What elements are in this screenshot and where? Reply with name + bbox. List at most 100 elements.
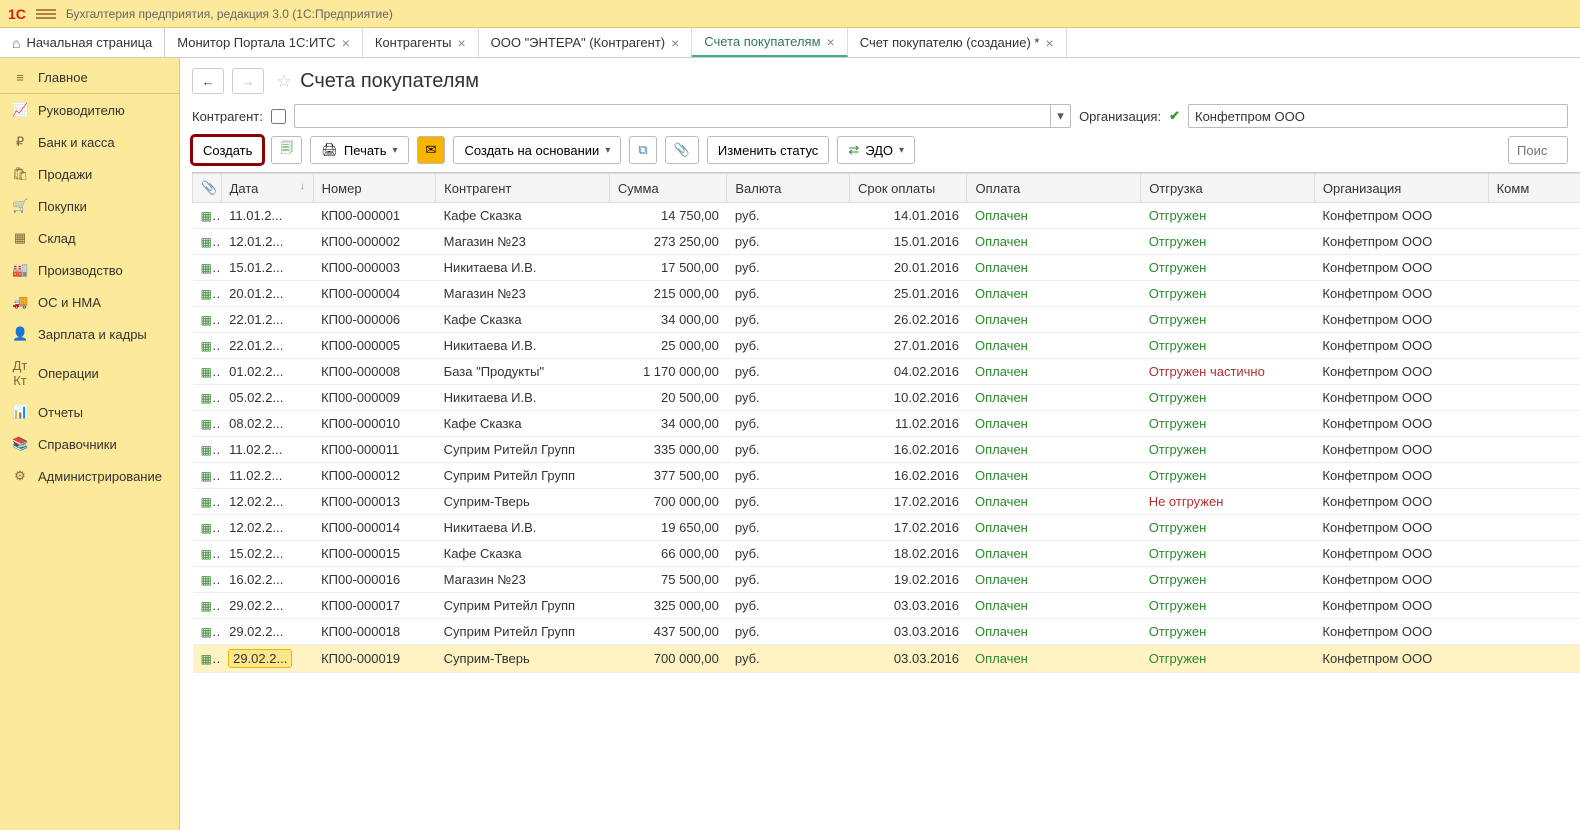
- favorite-star-icon[interactable]: ☆: [276, 71, 292, 92]
- cell-payment: Оплачен: [967, 255, 1141, 281]
- tab[interactable]: Счета покупателям×: [692, 28, 847, 57]
- table-row[interactable]: ▦ 11.02.2... КП00-000011 Суприм Ритейл Г…: [193, 437, 1580, 463]
- cell-org: Конфетпром ООО: [1314, 333, 1488, 359]
- col-sum[interactable]: Сумма: [609, 174, 727, 203]
- search-input[interactable]: [1508, 136, 1568, 164]
- cell-currency: руб.: [727, 281, 850, 307]
- close-icon[interactable]: ×: [1045, 35, 1053, 51]
- table-row[interactable]: ▦ 12.02.2... КП00-000013 Суприм-Тверь 70…: [193, 489, 1580, 515]
- sidebar-item[interactable]: ₽Банк и касса: [0, 126, 179, 158]
- sidebar-item[interactable]: ≡Главное: [0, 62, 179, 94]
- tab[interactable]: Монитор Портала 1С:ИТС ×: [165, 28, 363, 57]
- col-attach[interactable]: 📎: [193, 174, 222, 203]
- close-icon[interactable]: ×: [342, 35, 350, 51]
- cell-date: 29.02.2...: [221, 593, 313, 619]
- col-counterparty[interactable]: Контрагент: [436, 174, 610, 203]
- nav-back-button[interactable]: ←: [192, 68, 224, 94]
- cell-sum: 700 000,00: [609, 489, 727, 515]
- cell-currency: руб.: [727, 515, 850, 541]
- copy-button[interactable]: 🗐: [271, 136, 302, 164]
- sidebar-item[interactable]: 🚚ОС и НМА: [0, 286, 179, 318]
- tab-label: Монитор Портала 1С:ИТС: [177, 35, 335, 50]
- table-row[interactable]: ▦ 20.01.2... КП00-000004 Магазин №23 215…: [193, 281, 1580, 307]
- sidebar-item-icon: 🚚: [12, 294, 28, 310]
- cell-date: 05.02.2...: [221, 385, 313, 411]
- nav-forward-button[interactable]: →: [232, 68, 264, 94]
- main-menu-icon[interactable]: [36, 7, 56, 21]
- col-payment[interactable]: Оплата: [967, 174, 1141, 203]
- col-currency[interactable]: Валюта: [727, 174, 850, 203]
- related-button[interactable]: ⧉: [629, 136, 656, 164]
- cell-number: КП00-000010: [313, 411, 436, 437]
- table-row[interactable]: ▦ 05.02.2... КП00-000009 Никитаева И.В. …: [193, 385, 1580, 411]
- change-status-button[interactable]: Изменить статус: [707, 136, 829, 164]
- table-row[interactable]: ▦ 22.01.2... КП00-000005 Никитаева И.В. …: [193, 333, 1580, 359]
- col-number[interactable]: Номер: [313, 174, 436, 203]
- sidebar-item[interactable]: 🛒Покупки: [0, 190, 179, 222]
- col-comment[interactable]: Комм: [1488, 174, 1580, 203]
- document-icon: ▦: [201, 573, 212, 587]
- sidebar-item[interactable]: 📈Руководителю: [0, 94, 179, 126]
- counterparty-filter-checkbox[interactable]: [271, 109, 286, 124]
- cell-sum: 1 170 000,00: [609, 359, 727, 385]
- org-filter-checkbox[interactable]: ✔: [1169, 108, 1180, 124]
- tab[interactable]: Счет покупателю (создание) *×: [848, 28, 1067, 57]
- cell-comment: [1488, 333, 1580, 359]
- sidebar-item-label: Операции: [38, 366, 99, 381]
- cell-org: Конфетпром ООО: [1314, 619, 1488, 645]
- sidebar-item[interactable]: 🏭Производство: [0, 254, 179, 286]
- tab[interactable]: Контрагенты×: [363, 28, 479, 57]
- close-icon[interactable]: ×: [457, 35, 465, 51]
- tab[interactable]: ООО "ЭНТЕРА" (Контрагент)×: [479, 28, 693, 57]
- edo-button[interactable]: ⇄ЭДО▾: [837, 136, 915, 164]
- cell-counterparty: Суприм-Тверь: [436, 645, 610, 673]
- table-row[interactable]: ▦ 29.02.2... КП00-000019 Суприм-Тверь 70…: [193, 645, 1580, 673]
- attach-button[interactable]: 📎: [665, 136, 699, 164]
- cell-comment: [1488, 229, 1580, 255]
- cell-currency: руб.: [727, 385, 850, 411]
- sidebar-item[interactable]: Дт КтОперации: [0, 350, 179, 396]
- table-row[interactable]: ▦ 15.01.2... КП00-000003 Никитаева И.В. …: [193, 255, 1580, 281]
- chevron-down-icon[interactable]: ▾: [1050, 105, 1070, 127]
- col-shipment[interactable]: Отгрузка: [1141, 174, 1315, 203]
- cell-sum: 335 000,00: [609, 437, 727, 463]
- sidebar-item[interactable]: 📚Справочники: [0, 428, 179, 460]
- create-button[interactable]: Создать: [192, 136, 263, 164]
- close-icon[interactable]: ×: [827, 34, 835, 50]
- counterparty-filter-combo[interactable]: ▾: [294, 104, 1071, 128]
- table-row[interactable]: ▦ 22.01.2... КП00-000006 Кафе Сказка 34 …: [193, 307, 1580, 333]
- cell-attach: ▦: [193, 619, 222, 645]
- table-row[interactable]: ▦ 11.01.2... КП00-000001 Кафе Сказка 14 …: [193, 203, 1580, 229]
- sidebar-item[interactable]: 🛍Продажи: [0, 158, 179, 190]
- table-row[interactable]: ▦ 29.02.2... КП00-000018 Суприм Ритейл Г…: [193, 619, 1580, 645]
- table-row[interactable]: ▦ 08.02.2... КП00-000010 Кафе Сказка 34 …: [193, 411, 1580, 437]
- col-date[interactable]: Дата↓: [221, 174, 313, 203]
- col-org[interactable]: Организация: [1314, 174, 1488, 203]
- cell-due: 03.03.2016: [849, 645, 967, 673]
- cell-due: 04.02.2016: [849, 359, 967, 385]
- sidebar-item[interactable]: ▦Склад: [0, 222, 179, 254]
- table-row[interactable]: ▦ 15.02.2... КП00-000015 Кафе Сказка 66 …: [193, 541, 1580, 567]
- home-tab[interactable]: ⌂ Начальная страница: [0, 28, 165, 57]
- cell-due: 18.02.2016: [849, 541, 967, 567]
- cell-counterparty: Суприм Ритейл Групп: [436, 437, 610, 463]
- sidebar-item[interactable]: 👤Зарплата и кадры: [0, 318, 179, 350]
- table-row[interactable]: ▦ 29.02.2... КП00-000017 Суприм Ритейл Г…: [193, 593, 1580, 619]
- table-row[interactable]: ▦ 16.02.2... КП00-000016 Магазин №23 75 …: [193, 567, 1580, 593]
- sidebar-item[interactable]: 📊Отчеты: [0, 396, 179, 428]
- cell-shipment: Отгружен: [1141, 255, 1315, 281]
- close-icon[interactable]: ×: [671, 35, 679, 51]
- table-row[interactable]: ▦ 11.02.2... КП00-000012 Суприм Ритейл Г…: [193, 463, 1580, 489]
- sidebar-item[interactable]: ⚙Администрирование: [0, 460, 179, 492]
- cell-org: Конфетпром ООО: [1314, 489, 1488, 515]
- create-based-button[interactable]: Создать на основании▾: [453, 136, 621, 164]
- table-row[interactable]: ▦ 01.02.2... КП00-000008 База "Продукты"…: [193, 359, 1580, 385]
- col-due[interactable]: Срок оплаты: [849, 174, 967, 203]
- cell-currency: руб.: [727, 593, 850, 619]
- table-row[interactable]: ▦ 12.02.2... КП00-000014 Никитаева И.В. …: [193, 515, 1580, 541]
- mail-button[interactable]: ✉: [417, 136, 446, 164]
- org-filter-combo[interactable]: Конфетпром ООО: [1188, 104, 1568, 128]
- table-row[interactable]: ▦ 12.01.2... КП00-000002 Магазин №23 273…: [193, 229, 1580, 255]
- document-icon: ▦: [201, 235, 212, 249]
- print-button[interactable]: 🖨Печать▾: [310, 136, 408, 164]
